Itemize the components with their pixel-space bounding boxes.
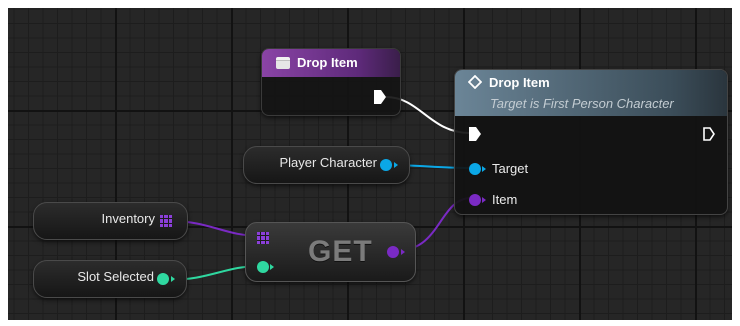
item-pin-arrow bbox=[482, 197, 486, 203]
exec-output-pin[interactable] bbox=[703, 127, 715, 141]
slot-selected-variable-node[interactable]: Slot Selected bbox=[33, 260, 187, 298]
function-node-subtitle: Target is First Person Character bbox=[490, 96, 674, 111]
player-character-variable-node[interactable]: Player Character bbox=[243, 146, 410, 184]
player-character-pin-arrow bbox=[394, 162, 398, 168]
slot-selected-label: Slot Selected bbox=[77, 269, 154, 284]
event-node-title: Drop Item bbox=[297, 55, 358, 70]
player-character-output-pin[interactable] bbox=[380, 159, 392, 171]
item-input-pin[interactable] bbox=[469, 194, 481, 206]
target-input-pin[interactable] bbox=[469, 163, 481, 175]
item-pin-label: Item bbox=[492, 192, 518, 207]
get-index-input-pin[interactable] bbox=[257, 261, 269, 273]
inventory-array-output-pin[interactable] bbox=[160, 215, 172, 227]
slot-selected-pin-arrow bbox=[171, 276, 175, 282]
get-item-output-pin[interactable] bbox=[387, 246, 399, 258]
function-node-header: Drop Item Target is First Person Charact… bbox=[455, 70, 727, 116]
inventory-label: Inventory bbox=[101, 211, 155, 226]
get-index-pin-arrow bbox=[270, 264, 274, 270]
inventory-variable-node[interactable]: Inventory bbox=[33, 202, 188, 240]
function-node-title: Drop Item bbox=[489, 75, 550, 90]
get-item-pin-arrow bbox=[401, 249, 405, 255]
function-icon bbox=[468, 75, 482, 89]
event-icon bbox=[276, 57, 290, 69]
get-node-label: GET bbox=[308, 235, 373, 268]
exec-input-pin[interactable] bbox=[469, 127, 481, 141]
event-node-header: Drop Item bbox=[262, 49, 400, 77]
player-character-label: Player Character bbox=[279, 155, 377, 170]
target-pin-arrow bbox=[482, 166, 486, 172]
slot-selected-output-pin[interactable] bbox=[157, 273, 169, 285]
exec-output-pin[interactable] bbox=[374, 90, 386, 104]
array-get-node[interactable]: GET bbox=[245, 222, 416, 282]
target-pin-label: Target bbox=[492, 161, 529, 176]
get-array-input-pin[interactable] bbox=[257, 232, 269, 244]
function-call-node[interactable]: Drop Item Target is First Person Charact… bbox=[454, 69, 728, 215]
custom-event-node[interactable]: Drop Item bbox=[261, 48, 401, 116]
